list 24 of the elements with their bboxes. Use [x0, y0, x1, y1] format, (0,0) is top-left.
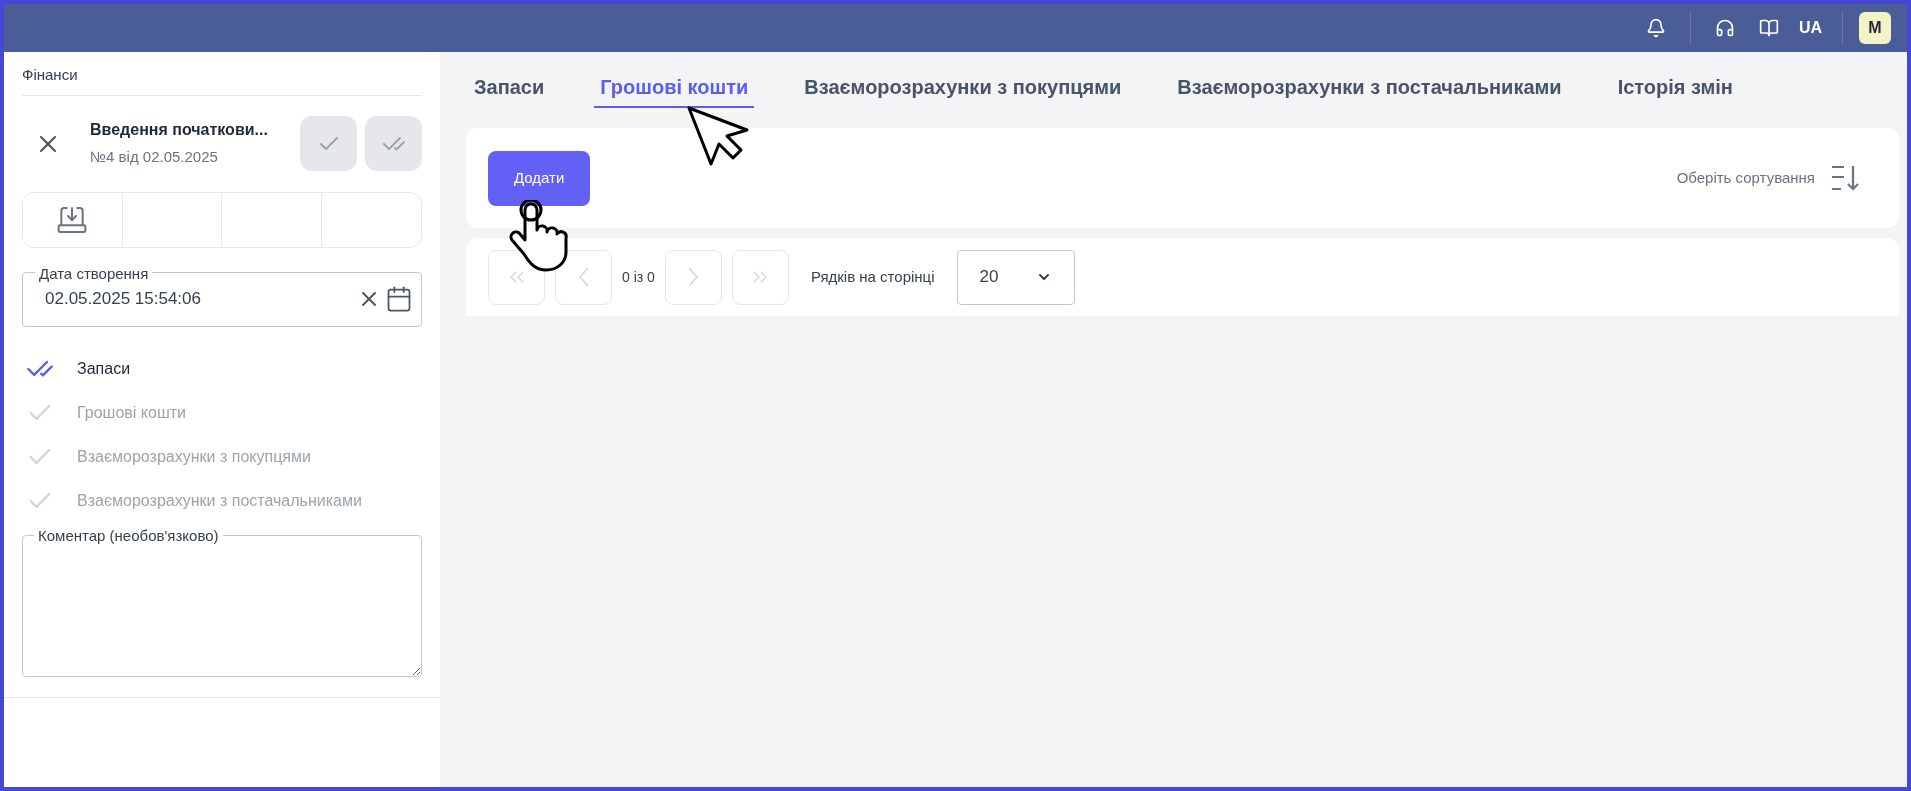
- book-icon[interactable]: [1758, 18, 1779, 38]
- tab[interactable]: Взаєморозрахунки з покупцями: [798, 64, 1128, 108]
- rows-per-page-select[interactable]: 20: [956, 249, 1075, 305]
- sort-label[interactable]: Оберіть сортування: [1676, 166, 1815, 190]
- sort-icon[interactable]: [1831, 165, 1861, 191]
- calendar-icon[interactable]: [385, 285, 413, 313]
- document-subtitle: №4 від 02.05.2025: [90, 147, 219, 168]
- chevron-right-icon: [688, 267, 699, 287]
- document-title: Введення початкови...: [90, 120, 269, 141]
- step-label[interactable]: Запаси: [77, 356, 131, 381]
- tab[interactable]: Взаєморозрахунки з постачальниками: [1171, 64, 1568, 108]
- tab[interactable]: Історія змін: [1611, 64, 1739, 108]
- section-title: Фінанси: [22, 64, 422, 96]
- headset-icon[interactable]: [1714, 18, 1735, 38]
- add-button[interactable]: Додати: [488, 150, 591, 206]
- date-value: 02.05.2025 15:54:06: [45, 288, 202, 311]
- notification-bell-icon[interactable]: [1645, 18, 1666, 38]
- language-button[interactable]: UA: [1798, 16, 1822, 40]
- page-range: 0 із 0: [622, 267, 655, 287]
- chevron-left-icon: [578, 267, 589, 287]
- user-avatar[interactable]: M: [1859, 12, 1891, 44]
- tab[interactable]: Запаси: [468, 64, 551, 108]
- tab[interactable]: Грошові кошти: [594, 64, 755, 108]
- rows-per-page-label: Рядків на сторінці: [810, 266, 935, 287]
